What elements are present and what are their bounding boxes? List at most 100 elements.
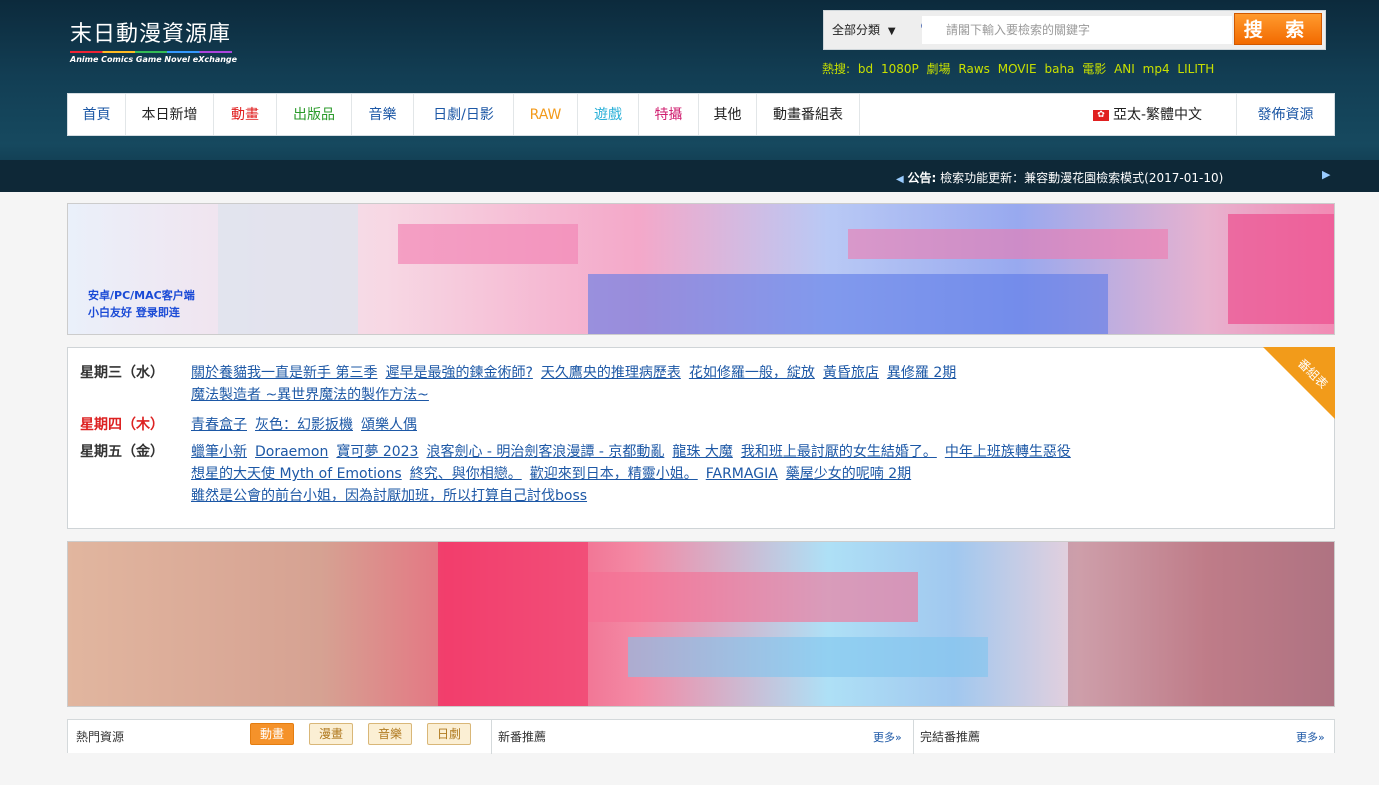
banner-caption: 安卓/PC/MAC客户端 小白友好 登录即连 — [88, 287, 195, 321]
panel-divider — [913, 720, 914, 754]
hot-search-term[interactable]: LILITH — [1177, 62, 1214, 76]
chevron-right-icon[interactable]: ▶ — [1322, 168, 1330, 181]
announcement-bar: ◀ 公告: 檢索功能更新：兼容動漫花園檢索模式(2017-01-10) ▶ — [0, 160, 1379, 192]
banner-pixel-block — [848, 229, 1168, 259]
schedule-title-list: 關於養貓我一直是新手 第三季 遲早是最強的鍊金術師? 天久鷹央的推理病歷表 花如修羅一… — [191, 362, 1221, 406]
search-category-select[interactable]: 全部分類 ▼ — [832, 19, 922, 41]
schedule-day-row: 星期四（木） 青春盒子 灰色：幻影扳機 頌樂人偶 — [80, 414, 1230, 436]
banner-pixel-block — [218, 204, 358, 334]
search-input[interactable]: 請閣下輸入要檢索的關鍵字 — [922, 16, 1232, 44]
hot-search-term[interactable]: bd — [858, 62, 873, 76]
banner-pixel-block — [68, 542, 438, 706]
logo-color-bar — [70, 51, 232, 53]
nav-item-tokusatsu[interactable]: 特攝 — [639, 94, 699, 135]
anime-title-link[interactable]: 雖然是公會的前台小姐，因為討厭加班，所以打算自己討伐boss — [191, 488, 587, 504]
nav-item-other[interactable]: 其他 — [699, 94, 757, 135]
hot-search: 熱搜: bd 1080P 劇場 Raws MOVIE baha 電影 ANI m… — [822, 60, 1218, 77]
ad-banner-top[interactable]: 安卓/PC/MAC客户端 小白友好 登录即连 — [67, 203, 1335, 335]
nav-item-drama[interactable]: 日劇/日影 — [414, 94, 514, 135]
site-logo[interactable]: 末日動漫資源庫 Anime Comics Game Novel eXchange — [70, 16, 237, 64]
hot-resources-title: 熱門資源 — [76, 730, 125, 744]
region-label: 亞太-繁體中文 — [1113, 107, 1203, 123]
publish-button[interactable]: 發佈資源 — [1236, 94, 1334, 135]
banner-pixel-block — [1068, 542, 1334, 706]
search-category-value: 全部分類 — [832, 23, 881, 37]
panel-divider — [491, 720, 492, 754]
nav-item-raw[interactable]: RAW — [514, 94, 578, 135]
hot-search-term[interactable]: Raws — [958, 62, 990, 76]
nav-item-home[interactable]: 首頁 — [68, 94, 126, 135]
region-selector[interactable]: ✿ 亞太-繁體中文 — [1093, 94, 1202, 135]
anime-title-link[interactable]: 天久鷹央的推理病歷表 — [541, 365, 681, 381]
finished-title: 完結番推薦 — [920, 730, 981, 744]
anime-title-link[interactable]: 灰色：幻影扳機 — [255, 417, 353, 433]
tab-comics[interactable]: 漫畫 — [309, 723, 353, 745]
anime-title-link[interactable]: 終究、與你相戀。 — [410, 466, 522, 482]
anime-title-link[interactable]: 龍珠 大魔 — [672, 444, 732, 460]
hot-search-term[interactable]: 劇場 — [927, 62, 951, 76]
hot-search-term[interactable]: 電影 — [1082, 62, 1106, 76]
hk-flag-icon: ✿ — [1093, 109, 1109, 121]
anime-title-link[interactable]: 寶可夢 2023 — [336, 444, 418, 460]
new-season-title: 新番推薦 — [498, 730, 547, 744]
anime-title-link[interactable]: 中年上班族轉生惡役 — [945, 444, 1071, 460]
nav-item-music[interactable]: 音樂 — [352, 94, 414, 135]
announcement-label: 公告: — [907, 171, 937, 185]
anime-title-link[interactable]: 想星的大天使 Myth of Emotions — [191, 466, 402, 482]
hot-search-term[interactable]: baha — [1044, 62, 1074, 76]
anime-title-link[interactable]: 魔法製造者 ~異世界魔法的製作方法~ — [191, 387, 429, 403]
announcement-text: 檢索功能更新：兼容動漫花園檢索模式(2017-01-10) — [940, 171, 1224, 185]
anime-title-link[interactable]: 遲早是最強的鍊金術師? — [385, 365, 532, 381]
banner-pixel-block — [398, 224, 578, 264]
ad-banner-middle[interactable] — [67, 541, 1335, 707]
nav-item-games[interactable]: 遊戲 — [578, 94, 639, 135]
nav-item-anime[interactable]: 動畫 — [214, 94, 277, 135]
schedule-day-label: 星期三（水） — [80, 365, 164, 381]
schedule-title-list: 蠟筆小新 Doraemon 寶可夢 2023 浪客劍心 - 明治劍客浪漫譚 - 京都動… — [191, 441, 1221, 507]
schedule-day-label: 星期五（金） — [80, 444, 164, 460]
anime-title-link[interactable]: 我和班上最討厭的女生結婚了。 — [741, 444, 937, 460]
main-nav: 首頁 本日新增 動畫 出版品 音樂 日劇/日影 RAW 遊戲 特攝 其他 動畫番… — [67, 93, 1335, 136]
tab-anime[interactable]: 動畫 — [250, 723, 294, 745]
anime-title-link[interactable]: FARMAGIA — [706, 466, 778, 482]
schedule-day-label-today: 星期四（木） — [80, 417, 164, 433]
anime-title-link[interactable]: 藥屋少女的呢喃 2期 — [786, 466, 911, 482]
anime-title-link[interactable]: 青春盒子 — [191, 417, 247, 433]
anime-title-link[interactable]: 花如修羅一般，綻放 — [689, 365, 815, 381]
banner-pixel-block — [438, 542, 588, 706]
schedule-day-row: 星期三（水） 關於養貓我一直是新手 第三季 遲早是最強的鍊金術師? 天久鷹央的推理病… — [80, 362, 1230, 406]
new-season-more-link[interactable]: 更多» — [873, 729, 902, 745]
anime-title-link[interactable]: 異修羅 2期 — [887, 365, 956, 381]
tab-drama[interactable]: 日劇 — [427, 723, 471, 745]
nav-item-publications[interactable]: 出版品 — [277, 94, 352, 135]
anime-title-link[interactable]: 歡迎來到日本，精靈小姐。 — [530, 466, 698, 482]
chevron-down-icon: ▼ — [887, 26, 896, 37]
banner-caption-line: 安卓/PC/MAC客户端 — [88, 289, 195, 302]
anime-title-link[interactable]: Doraemon — [255, 444, 328, 460]
resource-panels: 熱門資源 動畫 漫畫 音樂 日劇 新番推薦 更多» 完結番推薦 更多» — [67, 719, 1335, 754]
tab-music[interactable]: 音樂 — [368, 723, 412, 745]
finished-more-link[interactable]: 更多» — [1296, 729, 1325, 745]
anime-title-link[interactable]: 關於養貓我一直是新手 第三季 — [191, 365, 377, 381]
hot-search-term[interactable]: mp4 — [1143, 62, 1170, 76]
hot-search-term[interactable]: MOVIE — [998, 62, 1037, 76]
nav-item-today[interactable]: 本日新增 — [126, 94, 214, 135]
logo-name: 末日動漫資源庫 — [70, 22, 232, 47]
announcement[interactable]: ◀ 公告: 檢索功能更新：兼容動漫花園檢索模式(2017-01-10) — [896, 169, 1223, 186]
anime-title-link[interactable]: 頌樂人偶 — [361, 417, 417, 433]
nav-item-schedule[interactable]: 動畫番組表 — [757, 94, 860, 135]
anime-title-link[interactable]: 黃昏旅店 — [823, 365, 879, 381]
site-header: 末日動漫資源庫 Anime Comics Game Novel eXchange… — [0, 0, 1379, 192]
schedule-day-row: 星期五（金） 蠟筆小新 Doraemon 寶可夢 2023 浪客劍心 - 明治劍客浪漫… — [80, 441, 1230, 513]
chevron-left-icon[interactable]: ◀ — [896, 174, 904, 185]
hot-search-label: 熱搜: — [822, 62, 851, 76]
search-box: 全部分類 ▼ ⚲ 請閣下輸入要檢索的關鍵字 搜 索 — [823, 10, 1326, 50]
anime-schedule: 番組表 星期三（水） 關於養貓我一直是新手 第三季 遲早是最強的鍊金術師? 天久鷹央… — [67, 347, 1335, 529]
anime-title-link[interactable]: 蠟筆小新 — [191, 444, 247, 460]
search-button[interactable]: 搜 索 — [1234, 13, 1322, 45]
hot-search-term[interactable]: 1080P — [881, 62, 919, 76]
logo-tagline: Anime Comics Game Novel eXchange — [70, 55, 238, 64]
anime-title-link[interactable]: 浪客劍心 - 明治劍客浪漫譚 - 京都動亂 — [426, 444, 664, 460]
schedule-corner-ribbon[interactable]: 番組表 — [1263, 347, 1335, 419]
hot-search-term[interactable]: ANI — [1114, 62, 1135, 76]
